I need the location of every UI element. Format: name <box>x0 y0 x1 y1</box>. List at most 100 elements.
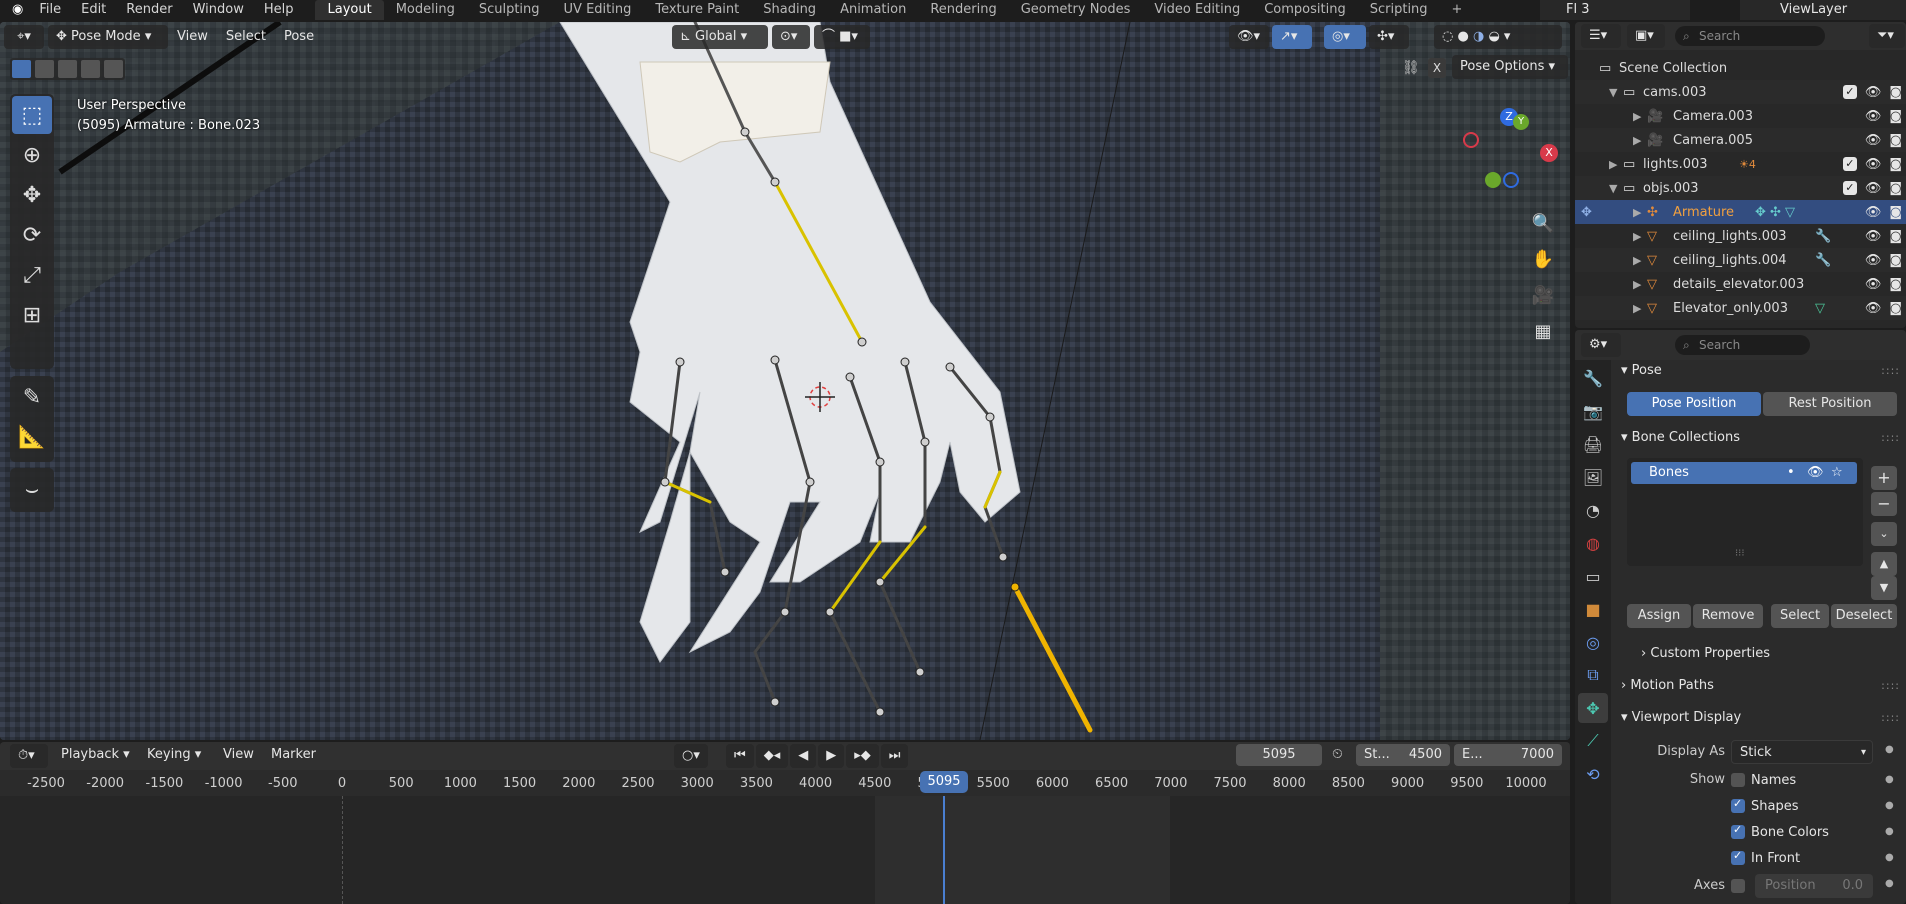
include-checkbox[interactable]: ✓ <box>1842 180 1857 195</box>
timeline-menu-view[interactable]: View <box>214 743 263 767</box>
transform-tool-icon[interactable]: ⊞ <box>12 296 52 334</box>
drag-handle-icon[interactable]: :::: <box>1881 360 1900 382</box>
select-button[interactable]: Select <box>1771 604 1829 628</box>
menu-render[interactable]: Render <box>116 0 182 20</box>
current-frame-field[interactable]: 5095 <box>1236 744 1322 766</box>
outliner-row-scene-collection[interactable]: ▭ Scene Collection <box>1575 56 1906 80</box>
jump-end-icon[interactable]: ⏭ <box>880 744 909 768</box>
menu-edit[interactable]: Edit <box>71 0 116 20</box>
collection-tab-icon[interactable]: ▭ <box>1578 561 1608 591</box>
eye-icon[interactable]: 👁 <box>1865 277 1882 292</box>
collapse-arrow-icon[interactable]: ▼ <box>1609 182 1617 195</box>
properties-search-input[interactable]: ⌕ Search <box>1675 335 1810 355</box>
keyframe-dot-icon[interactable]: ● <box>1885 852 1894 863</box>
render-camera-icon[interactable]: ◙ <box>1889 277 1902 292</box>
workspace-tab-texture-paint[interactable]: Texture Paint <box>643 0 751 20</box>
properties-editor-type-icon[interactable]: ⚙▾ <box>1581 333 1621 357</box>
add-collection-button[interactable]: + <box>1871 466 1897 490</box>
timeline-menu-playback[interactable]: Playback ▾ <box>52 743 139 767</box>
scene-tab-icon[interactable]: ◔ <box>1578 495 1608 525</box>
pose-position-button[interactable]: Pose Position <box>1627 392 1761 416</box>
select-invert-icon[interactable] <box>81 60 100 78</box>
render-camera-icon[interactable]: ◙ <box>1889 205 1902 220</box>
workspace-tab-video-editing[interactable]: Video Editing <box>1142 0 1252 20</box>
visibility-eye-icon[interactable]: 👁 <box>1807 462 1824 484</box>
material-shading-icon[interactable]: ◑ <box>1473 29 1484 44</box>
sidebar-toggle-icon[interactable]: ⛓ <box>1402 60 1420 76</box>
bone-size-tool-icon[interactable]: ⌣ <box>12 470 52 508</box>
workspace-tab-compositing[interactable]: Compositing <box>1252 0 1358 20</box>
close-x-button[interactable]: X <box>1428 58 1446 78</box>
outliner-search-input[interactable]: ⌕ Search <box>1675 26 1825 46</box>
workspace-tab-scripting[interactable]: Scripting <box>1358 0 1440 20</box>
output-tab-icon[interactable]: 🖨 <box>1578 429 1608 459</box>
select-intersect-icon[interactable] <box>104 60 123 78</box>
remove-collection-button[interactable]: − <box>1871 492 1897 516</box>
pose-panel-header[interactable]: ▾ Pose:::: <box>1611 360 1906 382</box>
rest-position-button[interactable]: Rest Position <box>1763 392 1897 416</box>
eye-icon[interactable]: 👁 <box>1865 253 1882 268</box>
preview-range-icon[interactable]: ⏲ <box>1332 746 1343 762</box>
axes-position-field[interactable]: Position 0.0 <box>1755 874 1873 898</box>
move-tool-icon[interactable]: ✥ <box>12 176 52 214</box>
solo-star-icon[interactable]: ☆ <box>1831 462 1843 484</box>
workspace-tab-uv-editing[interactable]: UV Editing <box>552 0 644 20</box>
include-checkbox[interactable]: ✓ <box>1842 156 1857 171</box>
bone-colors-checkbox[interactable] <box>1731 823 1745 839</box>
world-tab-icon[interactable]: ◍ <box>1578 528 1608 558</box>
viewport-display-header[interactable]: ▾ Viewport Display:::: <box>1611 704 1906 732</box>
solid-shading-icon[interactable]: ● <box>1457 29 1468 44</box>
outliner-row-details-elevator[interactable]: ▶ ▽ details_elevator.003 👁 ◙ <box>1575 272 1906 296</box>
outliner-row-armature[interactable]: ✥ ▶ ✣ Armature ✥ ✣ ▽ 👁 ◙ <box>1575 200 1906 224</box>
outliner-row-lights[interactable]: ▶ ▭ lights.003 ☀4 ✓ 👁 ◙ <box>1575 152 1906 176</box>
expand-arrow-icon[interactable]: ▶ <box>1633 302 1641 315</box>
jump-keyframe-forward-icon[interactable]: ▸◆ <box>846 744 879 768</box>
expand-arrow-icon[interactable]: ▶ <box>1609 158 1617 171</box>
eye-icon[interactable]: 👁 <box>1865 133 1882 148</box>
menu-file[interactable]: File <box>29 0 71 20</box>
keyframe-dot-icon[interactable]: ● <box>1885 800 1894 811</box>
keyframe-dot-icon[interactable]: ● <box>1885 878 1894 889</box>
gizmo-neg-x[interactable] <box>1463 132 1479 148</box>
move-up-button[interactable]: ▲ <box>1871 552 1897 576</box>
bone-colors-checkbox-row[interactable]: Bone Colors <box>1731 822 1829 842</box>
render-camera-icon[interactable]: ◙ <box>1889 85 1902 100</box>
navigation-gizmo[interactable]: Z Y X <box>1455 102 1565 202</box>
auto-keying-toggle[interactable]: ○▾ <box>674 744 708 768</box>
collection-specials-button[interactable]: ⌄ <box>1871 522 1897 546</box>
play-reverse-icon[interactable]: ◀ <box>790 744 817 768</box>
jump-keyframe-back-icon[interactable]: ◆◂ <box>755 744 789 768</box>
workspace-tab-rendering[interactable]: Rendering <box>918 0 1008 20</box>
deselect-button[interactable]: Deselect <box>1831 604 1897 628</box>
shapes-checkbox-row[interactable]: Shapes <box>1731 796 1798 816</box>
eye-icon[interactable]: 👁 <box>1865 301 1882 316</box>
viewport-menu-select[interactable]: Select <box>217 25 275 49</box>
list-resize-handle-icon[interactable]: ⁝⁝⁝ <box>1735 548 1745 559</box>
axes-checkbox-row[interactable] <box>1731 876 1745 896</box>
measure-tool-icon[interactable]: 📐 <box>12 418 52 456</box>
outliner-row-cams[interactable]: ▼ ▭ cams.003 ✓ 👁 ◙ <box>1575 80 1906 104</box>
tool-tab-icon[interactable]: 🔧 <box>1578 363 1608 393</box>
outliner-row-camera-005[interactable]: ▶ 🎥 Camera.005 👁 ◙ <box>1575 128 1906 152</box>
keyframe-dot-icon[interactable]: ● <box>1885 826 1894 837</box>
grid-perspective-icon[interactable]: ▦ <box>1528 316 1558 346</box>
workspace-tab-shading[interactable]: Shading <box>751 0 828 20</box>
view-layer-tab-icon[interactable]: 🖼 <box>1578 462 1608 492</box>
drag-handle-icon[interactable]: :::: <box>1881 424 1900 452</box>
bone-collection-item[interactable]: Bones • 👁 ☆ <box>1631 462 1857 484</box>
eye-icon[interactable]: 👁 <box>1865 181 1882 196</box>
rotate-tool-icon[interactable]: ⟳ <box>12 216 52 254</box>
render-camera-icon[interactable]: ◙ <box>1889 109 1902 124</box>
expand-arrow-icon[interactable]: ▶ <box>1633 134 1641 147</box>
view-layer-selector[interactable]: ViewLayer <box>1740 0 1906 20</box>
move-down-button[interactable]: ▼ <box>1871 576 1897 600</box>
outliner-filter-icon[interactable]: ⏷▾ <box>1869 24 1905 48</box>
zoom-icon[interactable]: 🔍 <box>1528 208 1558 238</box>
annotate-tool-icon[interactable]: ✎ <box>12 378 52 416</box>
outliner-row-elevator-only[interactable]: ▶ ▽ Elevator_only.003 ▽ 👁 ◙ <box>1575 296 1906 320</box>
timeline-ruler[interactable]: -2500 -2000 -1500 -1000 -500 0 500 1000 1500 2000… <box>0 770 1570 796</box>
playhead-indicator[interactable]: 5095 <box>920 771 968 793</box>
armature-data-tab-icon[interactable]: ✥ <box>1578 693 1608 723</box>
expand-arrow-icon[interactable]: ▶ <box>1633 230 1641 243</box>
render-camera-icon[interactable]: ◙ <box>1889 133 1902 148</box>
